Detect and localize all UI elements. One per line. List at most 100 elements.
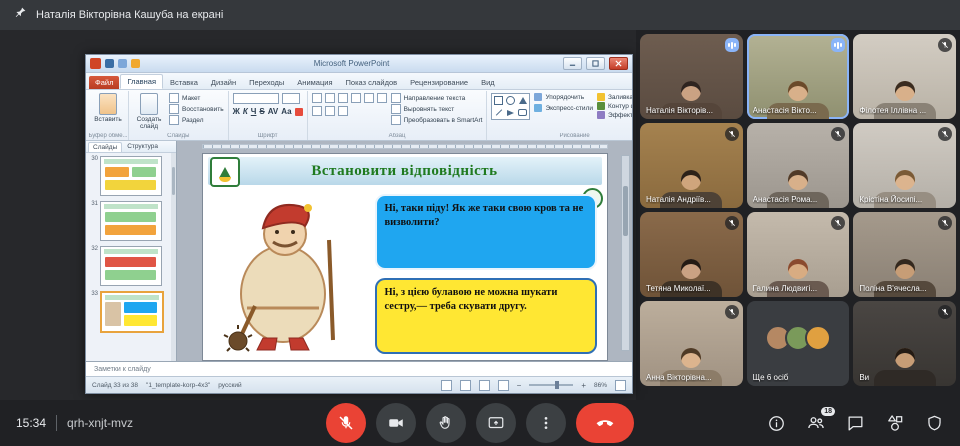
change-case-button[interactable]: Аа — [281, 107, 291, 116]
info-icon[interactable] — [767, 414, 786, 433]
font-name-box[interactable] — [233, 93, 279, 104]
numbering-icon[interactable] — [325, 93, 335, 103]
activities-icon[interactable] — [885, 413, 905, 433]
more-participants-label: Ще 6 осіб — [753, 373, 789, 382]
participant-tile[interactable]: Анна Вікторівна... — [640, 301, 743, 386]
ribbon-tab-file[interactable]: Файл — [89, 76, 119, 89]
notes-pane[interactable]: Заметки к слайду — [86, 361, 632, 376]
more-options-button[interactable] — [526, 403, 566, 443]
slide-scrollbar[interactable] — [621, 155, 630, 351]
underline-button[interactable]: Ч — [251, 107, 257, 116]
participant-tile[interactable]: Наталія Вікторів... — [640, 34, 743, 119]
text-direction-button[interactable]: Направление текста — [391, 93, 483, 103]
end-call-button[interactable] — [576, 403, 634, 443]
columns-icon[interactable] — [325, 106, 335, 116]
slides-tab[interactable]: Слайды — [88, 142, 122, 152]
ribbon-tab-review[interactable]: Рецензирование — [404, 76, 474, 89]
shapes-gallery[interactable] — [491, 93, 530, 120]
camera-button[interactable] — [376, 403, 416, 443]
host-controls-icon[interactable] — [925, 414, 944, 433]
shape-fill-button[interactable]: Заливка фигуры — [597, 93, 632, 101]
italic-button[interactable]: К — [243, 107, 248, 116]
maximize-button[interactable] — [586, 57, 605, 70]
participant-tile[interactable]: Тетяна Миколаї... — [640, 212, 743, 297]
bold-button[interactable]: Ж — [233, 107, 240, 116]
shape-outline-button[interactable]: Контур фигуры — [597, 102, 632, 110]
participant-tile[interactable]: Анастасія Вікто... — [747, 34, 850, 119]
paste-button[interactable]: Вставить — [92, 93, 124, 123]
minimize-button[interactable] — [563, 57, 582, 70]
participant-tile[interactable]: Наталія Андріїв... — [640, 123, 743, 208]
ribbon-group-clipboard: Вставить Буфер обме... — [88, 91, 129, 140]
people-icon[interactable]: 18 — [806, 413, 826, 433]
zoom-slider[interactable] — [529, 384, 573, 386]
mic-button[interactable] — [326, 403, 366, 443]
ribbon-tab-design[interactable]: Дизайн — [205, 76, 242, 89]
font-size-box[interactable] — [282, 93, 300, 104]
outline-tab[interactable]: Структура — [123, 142, 162, 152]
mic-muted-icon — [831, 127, 845, 141]
reading-view-button[interactable] — [479, 380, 490, 391]
reset-button[interactable]: Восстановить — [169, 104, 224, 114]
ribbon-tab-home[interactable]: Главная — [120, 74, 163, 89]
sidebar-scrollbar[interactable] — [171, 153, 176, 361]
justify-icon[interactable] — [338, 106, 348, 116]
align-center-icon[interactable] — [364, 93, 374, 103]
slide-thumbnail[interactable]: 30 — [90, 156, 174, 196]
new-slide-button[interactable]: Создать слайд — [133, 93, 165, 130]
template-name: "1_template-korp-4x3" — [146, 382, 210, 389]
align-right-icon[interactable] — [377, 93, 387, 103]
participant-tile[interactable]: Галина Людвигі... — [747, 212, 850, 297]
shared-screen-region[interactable]: Microsoft PowerPoint Файл Главная Вставк… — [0, 30, 636, 400]
more-participants-tile[interactable]: Ще 6 осіб — [747, 301, 850, 386]
font-color-icon[interactable] — [295, 108, 303, 116]
slide-thumbnail-selected[interactable]: 33 — [90, 291, 174, 333]
participant-tile[interactable]: Філотея Іллівна ... — [853, 34, 956, 119]
strikethrough-button[interactable]: S — [259, 107, 264, 116]
slide-counter: Слайд 33 из 38 — [92, 382, 138, 389]
align-left-icon[interactable] — [351, 93, 361, 103]
slide-sorter-button[interactable] — [460, 380, 471, 391]
slideshow-button[interactable] — [498, 380, 509, 391]
normal-view-button[interactable] — [441, 380, 452, 391]
save-icon[interactable] — [105, 59, 114, 68]
ribbon-tab-transitions[interactable]: Переходы — [243, 76, 290, 89]
char-spacing-button[interactable]: AV — [268, 107, 279, 116]
participant-tile[interactable]: Анастасія Рома... — [747, 123, 850, 208]
participant-name: Наталія Вікторів... — [646, 106, 713, 115]
divider — [56, 415, 57, 431]
present-screen-button[interactable] — [476, 403, 516, 443]
self-tile[interactable]: Ви — [853, 301, 956, 386]
audio-active-icon — [831, 38, 845, 52]
line-spacing-icon[interactable] — [312, 106, 322, 116]
participant-tile[interactable]: Крістіна Йосипі... — [853, 123, 956, 208]
smartart-button[interactable]: Преобразовать в SmartArt — [391, 115, 483, 125]
mic-muted-icon — [725, 305, 739, 319]
quick-styles-button[interactable]: Экспресс-стили — [534, 104, 593, 112]
ribbon-tab-slideshow[interactable]: Показ слайдов — [340, 76, 404, 89]
shape-effects-button[interactable]: Эффекты фигур — [597, 111, 632, 119]
shape-fill-icon — [597, 93, 605, 101]
zoom-in-button[interactable]: + — [581, 381, 586, 390]
chat-icon[interactable] — [846, 414, 865, 433]
redo-icon[interactable] — [131, 59, 140, 68]
ribbon-tab-view[interactable]: Вид — [475, 76, 501, 89]
close-button[interactable] — [609, 57, 628, 70]
bullets-icon[interactable] — [312, 93, 322, 103]
slide-thumbnail[interactable]: 31 — [90, 201, 174, 241]
arrange-button[interactable]: Упорядочить — [534, 93, 593, 101]
undo-icon[interactable] — [118, 59, 127, 68]
ribbon-tab-insert[interactable]: Вставка — [164, 76, 204, 89]
notes-placeholder: Заметки к слайду — [94, 366, 151, 373]
raise-hand-button[interactable] — [426, 403, 466, 443]
layout-button[interactable]: Макет — [169, 93, 224, 103]
zoom-out-button[interactable]: − — [517, 381, 522, 390]
align-text-icon — [391, 104, 401, 114]
section-button[interactable]: Раздел — [169, 115, 224, 125]
fit-to-window-button[interactable] — [615, 380, 626, 391]
ribbon-tab-animation[interactable]: Анимация — [291, 76, 338, 89]
slide-thumbnail[interactable]: 32 — [90, 246, 174, 286]
align-text-button[interactable]: Выровнять текст — [391, 104, 483, 114]
indent-icon[interactable] — [338, 93, 348, 103]
participant-tile[interactable]: Поліна В'ячесла... — [853, 212, 956, 297]
